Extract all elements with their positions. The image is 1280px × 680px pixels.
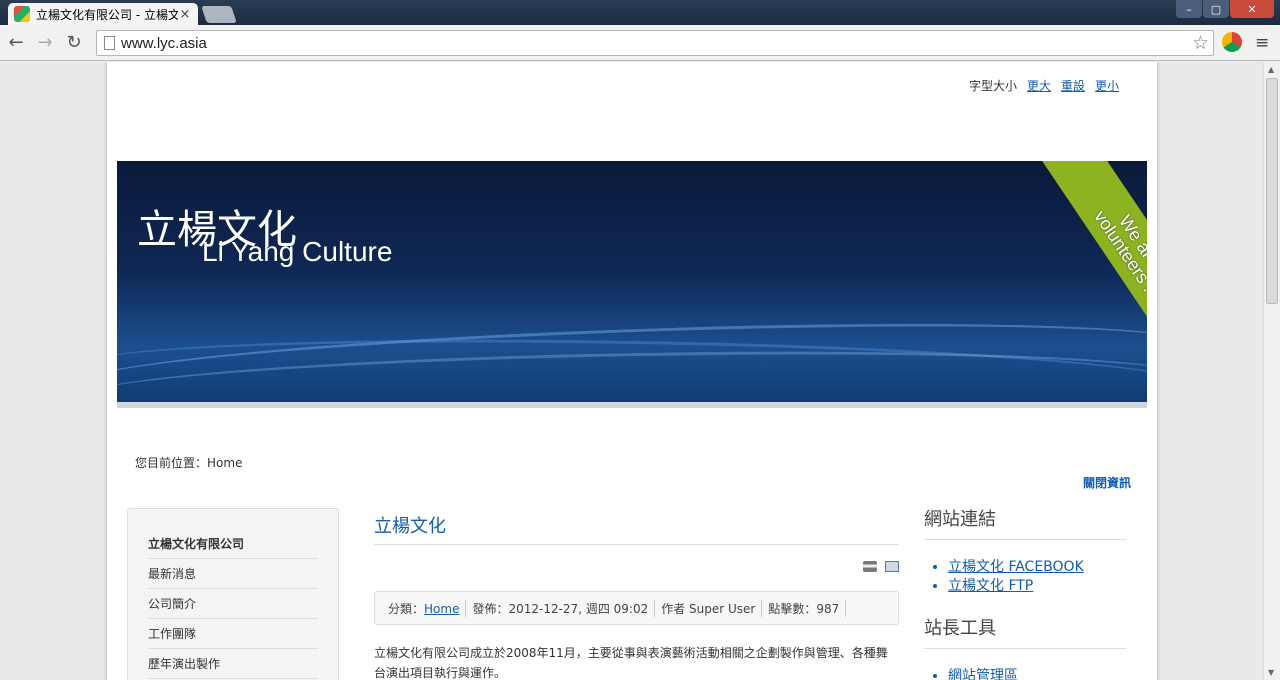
menu-item-about[interactable]: 公司簡介 bbox=[148, 589, 318, 619]
links-list: 立楊文化 FACEBOOK 立楊文化 FTP bbox=[948, 558, 1126, 596]
reload-icon[interactable]: ↻ bbox=[64, 33, 84, 53]
font-size-controls: 字型大小 更大 重設 更小 bbox=[969, 77, 1119, 94]
font-reset-link[interactable]: 重設 bbox=[1061, 77, 1085, 94]
menu-item-team[interactable]: 工作團隊 bbox=[148, 619, 318, 649]
page-container: 字型大小 更大 重設 更小 立楊文化 Li Yang Culture We ar… bbox=[107, 62, 1157, 680]
font-smaller-link[interactable]: 更小 bbox=[1095, 77, 1119, 94]
breadcrumb: 您目前位置：Home bbox=[135, 454, 242, 471]
tools-heading: 站長工具 bbox=[924, 614, 1126, 649]
address-bar[interactable]: www.lyc.asia ☆ bbox=[96, 30, 1214, 56]
page-viewport: 字型大小 更大 重設 更小 立楊文化 Li Yang Culture We ar… bbox=[0, 62, 1263, 680]
meta-author: 作者 Super User bbox=[655, 599, 763, 617]
browser-titlebar: 立楊文化有限公司 - 立楊文 × – ▢ ✕ bbox=[0, 0, 1280, 25]
browser-tab[interactable]: 立楊文化有限公司 - 立楊文 × bbox=[8, 3, 198, 25]
banner-bottom-strip bbox=[117, 402, 1147, 408]
facebook-link[interactable]: 立楊文化 FACEBOOK bbox=[948, 559, 1084, 575]
article-actions bbox=[374, 559, 899, 573]
right-sidebar: 網站連結 立楊文化 FACEBOOK 立楊文化 FTP 站長工具 網站管理區 bbox=[924, 505, 1126, 680]
meta-category: 分類：Home bbox=[383, 599, 467, 617]
tab-close-icon[interactable]: × bbox=[178, 7, 192, 22]
browser-menu-icon[interactable]: ≡ bbox=[1255, 33, 1269, 53]
article-title[interactable]: 立楊文化 bbox=[374, 512, 899, 545]
ftp-link[interactable]: 立楊文化 FTP bbox=[948, 578, 1033, 594]
menu-item-company[interactable]: 立楊文化有限公司 bbox=[148, 529, 318, 559]
list-item: 立楊文化 FACEBOOK bbox=[948, 558, 1126, 577]
tools-list: 網站管理區 bbox=[948, 667, 1126, 680]
left-menu: 立楊文化有限公司 最新消息 公司簡介 工作團隊 歷年演出製作 bbox=[127, 508, 339, 680]
font-size-label: 字型大小 bbox=[968, 79, 1017, 93]
tab-title: 立楊文化有限公司 - 立楊文 bbox=[36, 7, 178, 22]
article-meta: 分類：Home 發佈：2012-12-27, 週四 09:02 作者 Super… bbox=[374, 591, 899, 625]
minimize-button[interactable]: – bbox=[1176, 0, 1202, 18]
page-icon bbox=[104, 36, 115, 50]
category-label: 分類： bbox=[388, 601, 425, 616]
meta-hits: 點擊數：987 bbox=[762, 599, 847, 617]
article-body: 立楊文化有限公司成立於2008年11月，主要從事與表演藝術活動相關之企劃製作與管… bbox=[374, 646, 888, 680]
forward-arrow-icon[interactable]: → bbox=[35, 33, 55, 53]
scroll-down-icon[interactable]: ▼ bbox=[1268, 668, 1274, 677]
links-heading: 網站連結 bbox=[924, 505, 1126, 540]
ribbon-text: We are volunteers ! bbox=[1090, 206, 1147, 296]
scrollbar-thumb[interactable] bbox=[1266, 78, 1278, 304]
print-icon[interactable] bbox=[863, 561, 878, 572]
back-arrow-icon[interactable]: ← bbox=[6, 33, 26, 53]
meta-published: 發佈：2012-12-27, 週四 09:02 bbox=[466, 599, 656, 617]
address-url[interactable]: www.lyc.asia bbox=[121, 35, 207, 52]
new-tab-button[interactable] bbox=[201, 6, 237, 23]
email-icon[interactable] bbox=[885, 561, 899, 572]
page-scrollbar[interactable]: ▲ ▼ bbox=[1263, 62, 1280, 680]
admin-link[interactable]: 網站管理區 bbox=[948, 668, 1018, 680]
bookmark-star-icon[interactable]: ☆ bbox=[1192, 32, 1209, 54]
browser-toolbar: ← → ↻ www.lyc.asia ☆ ≡ bbox=[0, 25, 1280, 61]
breadcrumb-current: Home bbox=[207, 456, 243, 470]
scroll-up-icon[interactable]: ▲ bbox=[1268, 65, 1274, 74]
site-banner: 立楊文化 Li Yang Culture We are volunteers ! bbox=[117, 161, 1147, 408]
menu-item-news[interactable]: 最新消息 bbox=[148, 559, 318, 589]
maximize-button[interactable]: ▢ bbox=[1203, 0, 1229, 18]
menu-item-productions[interactable]: 歷年演出製作 bbox=[148, 649, 318, 679]
window-close-button[interactable]: ✕ bbox=[1230, 0, 1274, 18]
close-info-link[interactable]: 關閉資訊 bbox=[1083, 474, 1131, 491]
font-bigger-link[interactable]: 更大 bbox=[1027, 77, 1051, 94]
category-link[interactable]: Home bbox=[424, 602, 459, 616]
list-item: 網站管理區 bbox=[948, 667, 1126, 680]
window-controls: – ▢ ✕ bbox=[1176, 0, 1274, 18]
extension-icon[interactable] bbox=[1222, 32, 1242, 52]
main-article: 立楊文化 分類：Home 發佈：2012-12-27, 週四 09:02 作者 … bbox=[374, 512, 899, 680]
list-item: 立楊文化 FTP bbox=[948, 577, 1126, 596]
site-favicon-icon bbox=[14, 6, 30, 22]
breadcrumb-prefix: 您目前位置： bbox=[135, 456, 208, 470]
banner-title-en: Li Yang Culture bbox=[202, 236, 393, 267]
